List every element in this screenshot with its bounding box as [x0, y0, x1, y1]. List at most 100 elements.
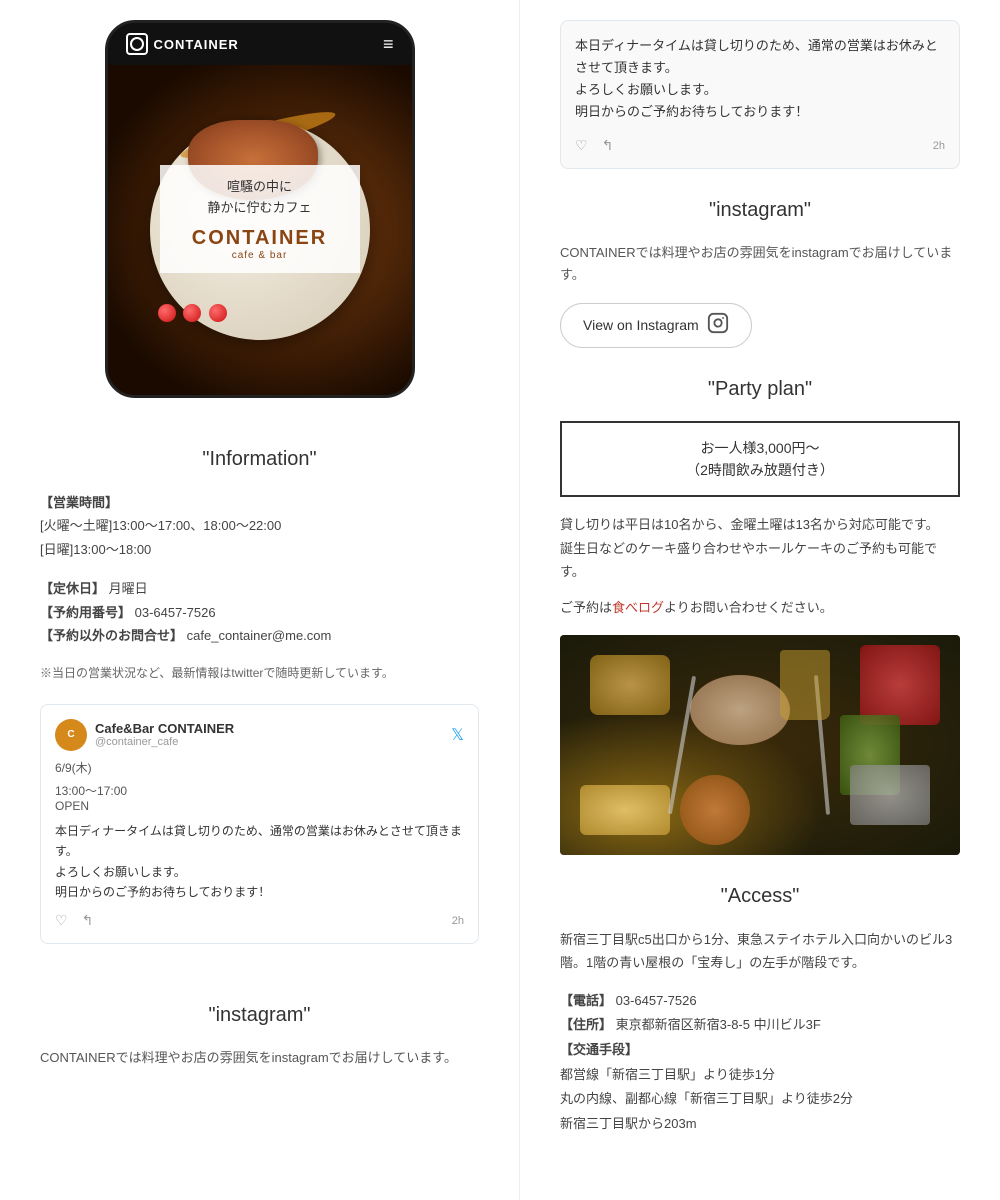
food-spread-visual — [560, 635, 960, 855]
container-logo-icon — [126, 33, 148, 55]
glass-visual — [780, 650, 830, 720]
holiday-block: 【定休日】 月曜日 【予約用番号】 03-6457-7526 【予約以外のお問合… — [40, 577, 479, 647]
tweet-header: C Cafe&Bar CONTAINER @container_cafe 𝕏 — [55, 719, 464, 751]
access-desc: 新宿三丁目駅c5出口から1分、東急ステイホテル入口向かいのビル3階。1階の青い屋… — [560, 928, 960, 975]
food-spread-item-5 — [580, 785, 670, 835]
tomatoes — [158, 304, 232, 325]
tagline: 喧騒の中に 静かに佇むカフェ — [180, 177, 340, 219]
hamburger-icon[interactable]: ≡ — [383, 35, 394, 53]
tweet-user-info: Cafe&Bar CONTAINER @container_cafe — [95, 721, 234, 748]
hours-weekday: [火曜〜土曜]13:00〜17:00、18:00〜22:00 — [40, 518, 281, 533]
access-transport-label: 【交通手段】 — [560, 1042, 638, 1057]
food-spread-item-3 — [860, 645, 940, 725]
food-spread-item-1 — [590, 655, 670, 715]
hero-background: 喧騒の中に 静かに佇むカフェ CONTAINER cafe & bar — [108, 65, 412, 395]
phone-mockup: CONTAINER ≡ 喧騒の中に — [105, 20, 415, 398]
access-phone-value: 03-6457-7526 — [616, 993, 697, 1008]
right-column: 本日ディナータイムは貸し切りのため、通常の営業はお休みとさせて頂きます。 よろし… — [520, 0, 1000, 1200]
open-status: OPEN — [55, 799, 89, 813]
access-section: "Access" 新宿三丁目駅c5出口から1分、東急ステイホテル入口向かいのビル… — [560, 885, 960, 1137]
top-tweet-time: 2h — [933, 140, 945, 152]
instagram-icon — [707, 312, 729, 339]
hero-overlay: 喧騒の中に 静かに佇むカフェ CONTAINER cafe & bar — [160, 165, 360, 273]
tweet-body-line2: よろしくお願いします。 — [55, 865, 186, 879]
tagline-line1: 喧騒の中に — [227, 179, 292, 194]
hours-label: 【営業時間】 — [40, 495, 118, 510]
tomato-1 — [158, 304, 176, 322]
phone-hero: 喧騒の中に 静かに佇むカフェ CONTAINER cafe & bar — [108, 65, 412, 395]
hours-block: 【営業時間】 [火曜〜土曜]13:00〜17:00、18:00〜22:00 [日… — [40, 491, 479, 561]
left-instagram-title: "instagram" — [40, 1004, 479, 1027]
contact-label: 【予約以外のお問合せ】 — [40, 628, 183, 643]
information-title: "Information" — [40, 448, 479, 471]
holiday-label: 【定休日】 — [40, 581, 105, 596]
tweet-body-line1: 本日ディナータイムは貸し切りのため、通常の営業はお休みとさせて頂きます。 — [55, 824, 462, 858]
view-on-instagram-button[interactable]: View on Instagram — [560, 303, 752, 348]
tweet-handle: @container_cafe — [95, 736, 234, 748]
tabelog-link[interactable]: 食べログ — [612, 600, 664, 615]
party-desc: 貸し切りは平日は10名から、金曜土曜は13名から対応可能です。 誕生日などのケー… — [560, 513, 960, 583]
access-phone-label: 【電話】 — [560, 993, 612, 1008]
access-transport-line2: 丸の内線、副都心線「新宿三丁目駅」より徒歩2分 — [560, 1091, 853, 1106]
tweet-body: 本日ディナータイムは貸し切りのため、通常の営業はお休みとさせて頂きます。 よろし… — [55, 821, 464, 903]
like-button[interactable]: ♡ — [55, 912, 68, 929]
holiday-value: 月曜日 — [109, 581, 148, 596]
phone-logo-text: CONTAINER — [154, 37, 239, 52]
party-price: お一人様3,000円〜 （2時間飲み放題付き） — [582, 437, 938, 482]
retweet-button[interactable]: ↰ — [82, 912, 94, 929]
instagram-button-label: View on Instagram — [583, 317, 699, 333]
phone-label: 【予約用番号】 — [40, 605, 131, 620]
access-transport-line3: 新宿三丁目駅から203m — [560, 1116, 697, 1131]
right-instagram-section: "instagram" CONTAINERでは料理やお店の雰囲気をinstagr… — [560, 199, 960, 347]
phone-header: CONTAINER ≡ — [108, 23, 412, 65]
access-transport-line1: 都営線「新宿三丁目駅」より徒歩1分 — [560, 1067, 775, 1082]
phone-logo: CONTAINER — [126, 33, 239, 55]
food-spread-item-6 — [680, 775, 750, 845]
open-hours: 13:00〜17:00 — [55, 784, 127, 798]
party-desc-line2: 誕生日などのケーキ盛り合わせやホールケーキのご予約も可能です。 — [560, 541, 937, 579]
party-desc-line1: 貸し切りは平日は10名から、金曜土曜は13名から対応可能です。 — [560, 517, 939, 532]
left-instagram-desc: CONTAINERでは料理やお店の雰囲気をinstagramでお届けしています。 — [40, 1047, 479, 1069]
access-detail: 【電話】 03-6457-7526 【住所】 東京都新宿区新宿3-8-5 中川ビ… — [560, 989, 960, 1137]
tagline-line2: 静かに佇むカフェ — [207, 200, 311, 215]
food-spread-item-2 — [690, 675, 790, 745]
party-reservation: ご予約は食べログよりお問い合わせください。 — [560, 596, 960, 619]
tweet-actions: ♡ ↰ 2h — [55, 912, 464, 929]
top-tweet-body: 本日ディナータイムは貸し切りのため、通常の営業はお休みとさせて頂きます。 よろし… — [575, 35, 945, 123]
tweet-body-line3: 明日からのご予約お待ちしております！ — [55, 885, 270, 899]
brand-sub: cafe & bar — [180, 250, 340, 261]
food-spread-item-7 — [850, 765, 930, 825]
access-title: "Access" — [560, 885, 960, 908]
party-price-box: お一人様3,000円〜 （2時間飲み放題付き） — [560, 421, 960, 498]
twitter-icon: 𝕏 — [451, 725, 464, 745]
top-tweet-line2: よろしくお願いします。 — [575, 82, 717, 97]
left-instagram-section: "instagram" CONTAINERでは料理やお店の雰囲気をinstagr… — [0, 994, 519, 1099]
right-instagram-title: "instagram" — [560, 199, 960, 222]
note-text: ※当日の営業状況など、最新情報はtwitterで随時更新しています。 — [40, 663, 479, 683]
top-tweet-footer: ♡ ↰ 2h — [575, 137, 945, 154]
top-like-button[interactable]: ♡ — [575, 137, 588, 154]
tomato-3 — [209, 304, 227, 322]
top-tweet-line3: 明日からのご予約お待ちしております！ — [575, 104, 808, 119]
tweet-avatar: C — [55, 719, 87, 751]
page-layout: CONTAINER ≡ 喧騒の中に — [0, 0, 1000, 1200]
tweet-user: C Cafe&Bar CONTAINER @container_cafe — [55, 719, 234, 751]
party-price-line2: （2時間飲み放題付き） — [686, 462, 834, 478]
top-tweet-card: 本日ディナータイムは貸し切りのため、通常の営業はお休みとさせて頂きます。 よろし… — [560, 20, 960, 169]
party-food-image — [560, 635, 960, 855]
party-title: "Party plan" — [560, 378, 960, 401]
party-price-line1: お一人様3,000円〜 — [700, 440, 819, 456]
information-section: "Information" 【営業時間】 [火曜〜土曜]13:00〜17:00、… — [0, 418, 519, 994]
tweet-name: Cafe&Bar CONTAINER — [95, 721, 234, 736]
phone-value: 03-6457-7526 — [135, 605, 216, 620]
tweet-card: C Cafe&Bar CONTAINER @container_cafe 𝕏 6… — [40, 704, 479, 945]
contact-value: cafe_container@me.com — [187, 628, 332, 643]
tomato-2 — [183, 304, 201, 322]
brand-name: CONTAINER — [180, 227, 340, 250]
top-tweet-line1: 本日ディナータイムは貸し切りのため、通常の営業はお休みとさせて頂きます。 — [575, 38, 938, 75]
tweet-date: 6/9(木) — [55, 759, 464, 776]
top-tweet-actions: ♡ ↰ — [575, 137, 613, 154]
tweet-time: 2h — [452, 915, 464, 927]
tweet-open-hours: 13:00〜17:00 OPEN — [55, 782, 464, 813]
top-retweet-button[interactable]: ↰ — [602, 137, 614, 154]
